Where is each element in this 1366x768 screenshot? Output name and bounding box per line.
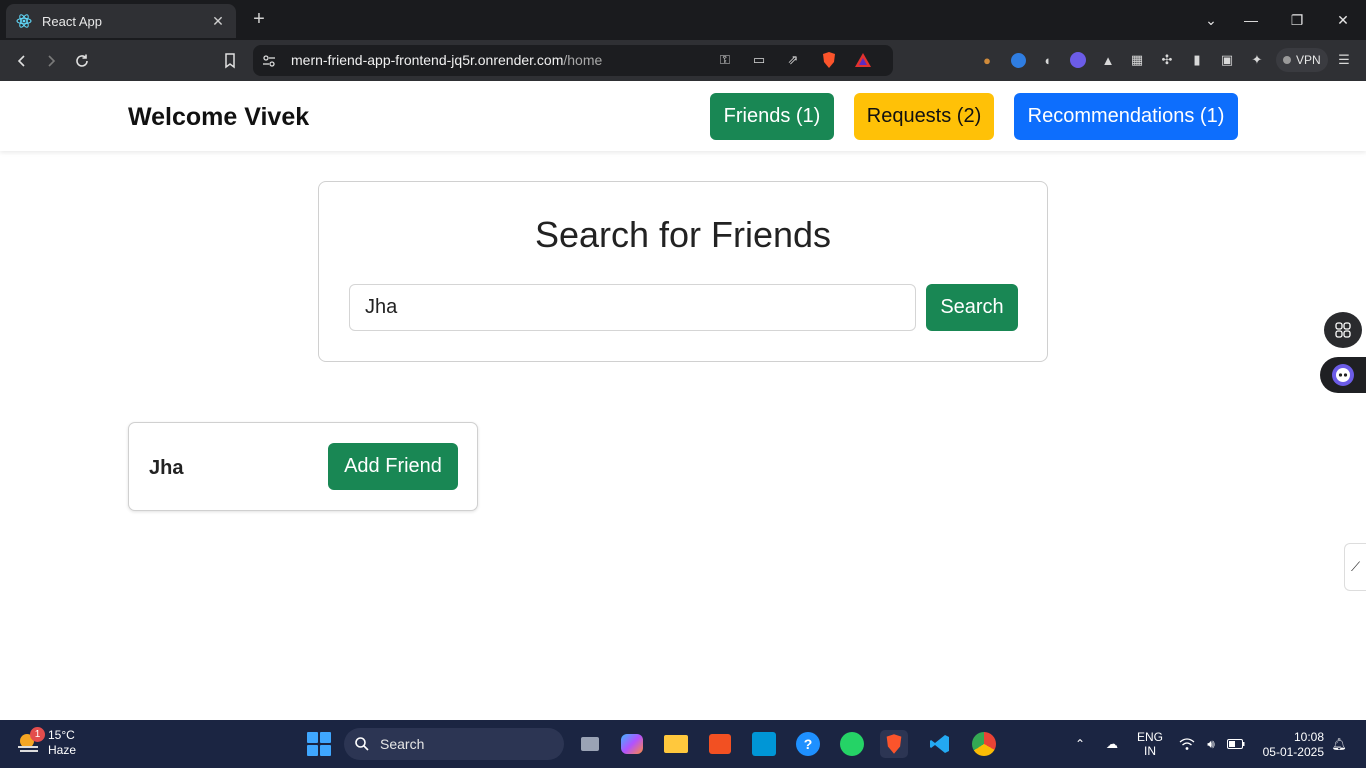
vscode-icon[interactable] xyxy=(926,730,954,758)
app-navbar: Welcome Vivek Friends (1) Requests (2) R… xyxy=(0,81,1366,151)
user-result-card: Jha Add Friend xyxy=(128,422,478,511)
help-icon[interactable]: ? xyxy=(794,730,822,758)
window-close-icon[interactable]: ✕ xyxy=(1320,0,1366,40)
url-path: /home xyxy=(563,52,603,68)
vpn-button[interactable]: VPN xyxy=(1276,48,1328,72)
sidebar-icon[interactable]: ▮ xyxy=(1187,50,1207,70)
windows-start-icon[interactable] xyxy=(307,732,331,756)
page-content: Welcome Vivek Friends (1) Requests (2) R… xyxy=(0,81,1366,720)
language-region: IN xyxy=(1144,744,1156,758)
volume-icon[interactable]: 🔊︎ xyxy=(1202,720,1220,768)
notifications-bell-icon[interactable]: 🔔︎ xyxy=(1330,720,1348,768)
cookie-extension-icon[interactable]: ● xyxy=(977,50,997,70)
install-app-icon[interactable]: ▭ xyxy=(749,50,769,70)
brave-rewards-icon[interactable] xyxy=(853,50,873,70)
wifi-icon[interactable] xyxy=(1178,720,1196,768)
reload-icon[interactable] xyxy=(69,48,95,74)
language-code: ENG xyxy=(1136,730,1163,744)
wallet-icon[interactable]: ▣ xyxy=(1217,50,1237,70)
apps-grid-icon[interactable] xyxy=(1324,312,1362,348)
chrome-icon[interactable] xyxy=(970,730,998,758)
search-button[interactable]: Search xyxy=(926,284,1018,331)
weather-temp: 15°C xyxy=(48,728,75,742)
back-icon[interactable] xyxy=(9,48,35,74)
search-icon xyxy=(355,737,369,751)
extensions-puzzle-icon[interactable]: ✣ xyxy=(1157,50,1177,70)
myhp-icon[interactable] xyxy=(750,730,778,758)
task-view-icon[interactable] xyxy=(576,730,604,758)
tabs-extension-icon[interactable]: ▦ xyxy=(1127,50,1147,70)
weather-haze-icon: 1 xyxy=(16,727,45,756)
mountain-extension-icon[interactable]: ▲ xyxy=(1098,50,1118,70)
weather-badge: 1 xyxy=(30,727,45,742)
assistant-bot-icon[interactable] xyxy=(1320,357,1366,393)
weather-widget[interactable]: 1 15°C Haze xyxy=(16,727,77,758)
url-text: mern-friend-app-frontend-jq5r.onrender.c… xyxy=(291,52,602,69)
battery-icon[interactable] xyxy=(1226,720,1246,768)
url-host: mern-friend-app-frontend-jq5r.onrender.c… xyxy=(291,52,564,68)
weather-desc: Haze xyxy=(48,743,77,757)
taskbar-search[interactable]: Search xyxy=(344,728,564,760)
search-input[interactable] xyxy=(349,284,916,331)
forward-icon[interactable] xyxy=(38,48,64,74)
search-title: Search for Friends xyxy=(534,214,832,255)
requests-button[interactable]: Requests (2) xyxy=(854,93,994,140)
microsoft-store-icon[interactable] xyxy=(706,730,734,758)
system-clock[interactable]: 10:08 05-01-2025 xyxy=(1250,730,1324,760)
language-indicator[interactable]: ENG IN xyxy=(1136,720,1164,768)
clock-date: 05-01-2025 xyxy=(1262,745,1324,759)
vpn-status-dot xyxy=(1283,56,1291,64)
add-friend-button[interactable]: Add Friend xyxy=(328,443,458,490)
onedrive-cloud-icon[interactable]: ☁ xyxy=(1100,720,1124,768)
key-icon[interactable]: ⚿ xyxy=(715,50,735,70)
recommendations-button[interactable]: Recommendations (1) xyxy=(1014,93,1238,140)
menu-icon[interactable]: ☰ xyxy=(1334,50,1354,70)
share-icon[interactable]: ⇗ xyxy=(783,50,803,70)
bookmark-icon[interactable] xyxy=(217,48,243,74)
leo-ai-icon[interactable]: ✦ xyxy=(1247,50,1267,70)
bot-extension-icon[interactable] xyxy=(1068,50,1088,70)
file-explorer-icon[interactable] xyxy=(662,730,690,758)
clock-time: 10:08 xyxy=(1293,730,1324,744)
new-tab-icon[interactable]: + xyxy=(248,8,270,30)
mouse-extension-icon[interactable]: ◖ xyxy=(1037,50,1057,70)
site-settings-icon[interactable] xyxy=(259,51,279,71)
windows-taskbar: 1 15°C Haze Search ? ⌃ ☁ ENG IN 🔊︎ 10:08… xyxy=(0,720,1366,768)
tab-title: React App xyxy=(42,13,102,29)
side-panel-toggle-icon[interactable]: ⟋ xyxy=(1344,543,1366,591)
react-icon xyxy=(16,13,32,29)
copilot-icon[interactable] xyxy=(618,730,646,758)
taskbar-search-label: Search xyxy=(380,736,425,752)
restore-icon[interactable]: ❐ xyxy=(1274,0,1320,40)
browser-tabbar: React App ✕ + ⌄ — ❐ ✕ xyxy=(0,0,1366,40)
browser-tab[interactable]: React App ✕ xyxy=(6,4,236,38)
close-icon[interactable]: ✕ xyxy=(210,13,226,30)
show-hidden-icons-icon[interactable]: ⌃ xyxy=(1070,720,1090,768)
whatsapp-icon[interactable] xyxy=(838,730,866,758)
friends-button[interactable]: Friends (1) xyxy=(710,93,834,140)
minimize-icon[interactable]: — xyxy=(1228,0,1274,40)
vpn-label: VPN xyxy=(1296,53,1321,67)
welcome-heading: Welcome Vivek xyxy=(128,103,310,131)
blue-extension-icon[interactable] xyxy=(1008,50,1028,70)
user-name: Jha xyxy=(149,457,184,479)
brave-browser-icon[interactable] xyxy=(880,730,908,758)
brave-shields-icon[interactable] xyxy=(819,50,839,70)
search-card: Search for Friends Search xyxy=(318,181,1048,362)
